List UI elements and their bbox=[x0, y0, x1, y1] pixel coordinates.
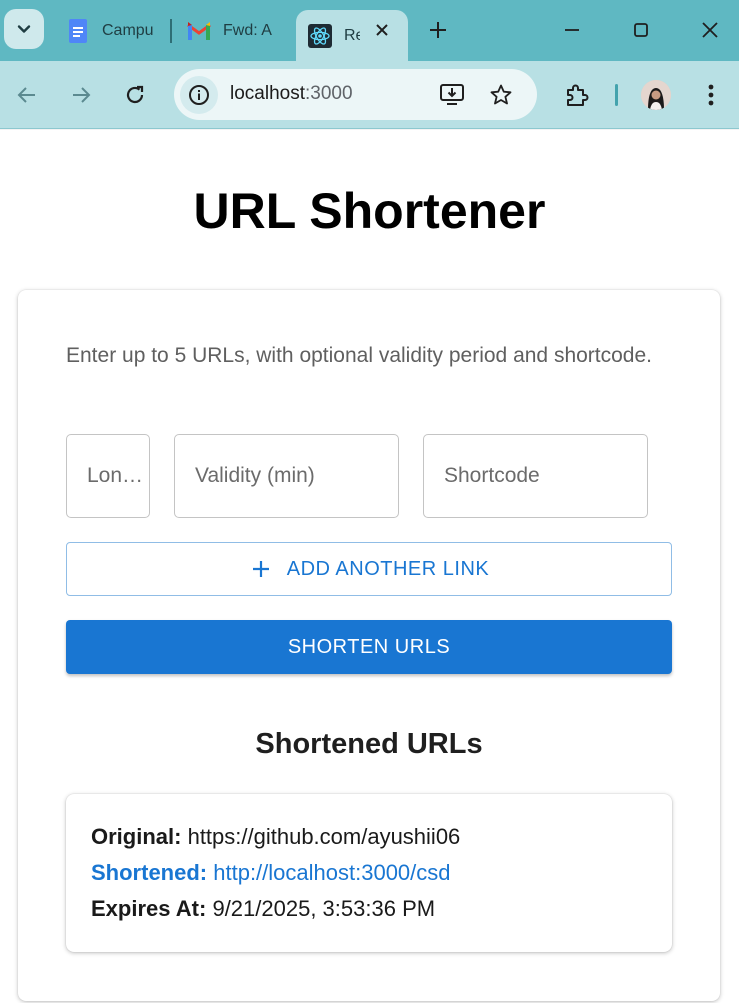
shorten-urls-label: SHORTEN URLS bbox=[287, 635, 451, 658]
results-title: Shortened URLs bbox=[255, 728, 483, 760]
url-port: :3000 bbox=[305, 83, 353, 104]
close-icon bbox=[376, 24, 388, 36]
chevron-down-icon bbox=[17, 25, 31, 33]
forward-button[interactable] bbox=[66, 80, 96, 110]
page-title: URL Shortener bbox=[193, 183, 546, 239]
tab-campus[interactable]: Campus bbox=[56, 10, 168, 52]
arrow-right-icon bbox=[73, 87, 91, 103]
close-icon bbox=[702, 22, 718, 38]
back-button[interactable] bbox=[12, 80, 42, 110]
shortener-card: Enter up to 5 URLs, with optional validi… bbox=[18, 290, 720, 1001]
result-item: Original: https://github.com/ayushii06 S… bbox=[66, 794, 672, 952]
arrow-left-icon bbox=[17, 87, 35, 103]
tab-title: React App bbox=[344, 26, 360, 44]
toolbar-divider bbox=[615, 84, 618, 106]
tab-search-button[interactable] bbox=[4, 9, 44, 49]
shortened-label: Shortened: bbox=[91, 860, 208, 885]
more-vertical-icon bbox=[708, 84, 714, 106]
shortcode-input[interactable] bbox=[423, 434, 648, 518]
reload-icon bbox=[126, 85, 144, 104]
expires-row: Expires At: 9/21/2025, 3:53:36 PM bbox=[91, 896, 435, 922]
minimize-icon bbox=[565, 29, 579, 31]
tab-title: Fwd: A bbox=[223, 22, 272, 39]
tab-close-button[interactable] bbox=[371, 19, 393, 41]
minimize-button[interactable] bbox=[558, 16, 586, 44]
maximize-icon bbox=[634, 23, 648, 37]
add-another-link-label: ADD ANOTHER LINK bbox=[286, 557, 490, 580]
url-host: localhost bbox=[230, 83, 305, 104]
bookmark-button[interactable] bbox=[487, 81, 515, 109]
install-icon bbox=[440, 84, 464, 105]
tab-divider bbox=[170, 19, 172, 43]
menu-button[interactable] bbox=[696, 80, 726, 110]
star-icon bbox=[490, 84, 512, 105]
shortened-row: Shortened: http://localhost:3000/csd bbox=[91, 860, 451, 886]
avatar-icon bbox=[641, 80, 671, 110]
site-info-button[interactable] bbox=[180, 76, 218, 114]
original-url: https://github.com/ayushii06 bbox=[187, 824, 461, 849]
tab-gmail[interactable]: Fwd: A bbox=[177, 10, 295, 52]
address-bar[interactable]: localhost:3000 bbox=[174, 69, 537, 120]
validity-input[interactable] bbox=[174, 434, 399, 518]
plus-icon bbox=[249, 557, 273, 581]
original-label: Original: bbox=[91, 824, 182, 849]
maximize-button[interactable] bbox=[627, 16, 655, 44]
tab-title: Campus bbox=[102, 22, 154, 39]
expires-label: Expires At: bbox=[91, 896, 207, 921]
shortened-url-link[interactable]: http://localhost:3000/csd bbox=[213, 860, 450, 885]
intro-text: Enter up to 5 URLs, with optional validi… bbox=[66, 344, 653, 367]
long-url-input[interactable] bbox=[66, 434, 150, 518]
shorten-urls-button[interactable]: SHORTEN URLS bbox=[66, 620, 672, 674]
add-another-link-button[interactable]: ADD ANOTHER LINK bbox=[66, 542, 672, 596]
gmail-icon bbox=[187, 19, 211, 43]
new-tab-button[interactable] bbox=[424, 16, 452, 44]
profile-avatar[interactable] bbox=[641, 80, 671, 110]
page-content: URL Shortener Enter up to 5 URLs, with o… bbox=[0, 130, 739, 1003]
url-text[interactable]: localhost:3000 bbox=[230, 83, 353, 105]
original-row: Original: https://github.com/ayushii06 bbox=[91, 824, 460, 850]
docs-icon bbox=[66, 19, 90, 43]
browser-toolbar: localhost:3000 bbox=[0, 61, 739, 129]
info-icon bbox=[189, 85, 209, 105]
react-icon bbox=[308, 23, 332, 48]
window-close-button[interactable] bbox=[696, 16, 724, 44]
extensions-button[interactable] bbox=[562, 80, 592, 110]
plus-icon bbox=[430, 22, 446, 38]
install-app-button[interactable] bbox=[438, 81, 466, 109]
puzzle-icon bbox=[567, 84, 589, 106]
tab-strip: Campus Fwd: A React App bbox=[0, 0, 739, 61]
reload-button[interactable] bbox=[120, 80, 150, 110]
expires-value: 9/21/2025, 3:53:36 PM bbox=[212, 896, 436, 921]
